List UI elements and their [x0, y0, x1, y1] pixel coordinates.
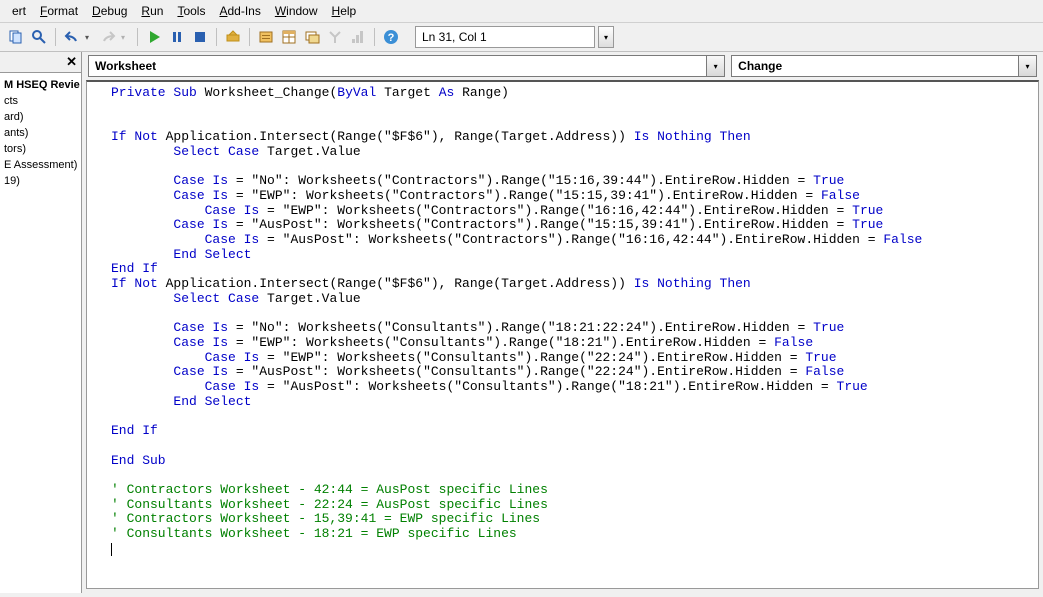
properties-icon[interactable]: [279, 27, 299, 47]
menubar[interactable]: ertFormatDebugRunToolsAdd-InsWindowHelp: [0, 0, 1043, 23]
toolbar: ▾ ▾ ? ▾: [0, 23, 1043, 52]
tree-item[interactable]: M HSEQ Revie: [4, 77, 79, 93]
tree-item[interactable]: ants): [4, 125, 79, 141]
find-icon[interactable]: [29, 27, 49, 47]
menu-help[interactable]: Help: [326, 2, 363, 20]
copy-icon[interactable]: [6, 27, 26, 47]
tree-item[interactable]: tors): [4, 141, 79, 157]
browser-icon[interactable]: [302, 27, 322, 47]
menu-add-ins[interactable]: Add-Ins: [213, 2, 266, 20]
project-icon[interactable]: [256, 27, 276, 47]
toolbox-icon: [325, 27, 345, 47]
menu-run[interactable]: Run: [135, 2, 169, 20]
redo-dropdown-icon: ▾: [121, 33, 131, 42]
break-icon[interactable]: [167, 27, 187, 47]
priority-icon: [348, 27, 368, 47]
design-icon[interactable]: [223, 27, 243, 47]
procedure-dropdown[interactable]: [731, 55, 1019, 77]
cursor-position: [415, 26, 595, 48]
reset-icon[interactable]: [190, 27, 210, 47]
run-icon[interactable]: [144, 27, 164, 47]
tree-item[interactable]: E Assessment): [4, 157, 79, 173]
menu-tools[interactable]: Tools: [171, 2, 211, 20]
chevron-down-icon[interactable]: ▾: [707, 55, 725, 77]
menu-debug[interactable]: Debug: [86, 2, 133, 20]
redo-icon: [98, 27, 118, 47]
close-icon[interactable]: ✕: [66, 54, 77, 70]
menu-window[interactable]: Window: [269, 2, 324, 20]
cursor-dropdown-icon[interactable]: ▾: [598, 26, 614, 48]
undo-icon[interactable]: [62, 27, 82, 47]
project-explorer-header: ✕: [0, 52, 81, 73]
help-icon[interactable]: ?: [381, 27, 401, 47]
object-dropdown[interactable]: [88, 55, 707, 77]
object-procedure-dropdowns: ▾ ▾: [82, 52, 1043, 80]
project-explorer[interactable]: ✕ M HSEQ Reviectsard)ants)tors)E Assessm…: [0, 52, 82, 593]
tree-item[interactable]: ard): [4, 109, 79, 125]
tree-item[interactable]: cts: [4, 93, 79, 109]
undo-dropdown-icon[interactable]: ▾: [85, 33, 95, 42]
tree-item[interactable]: 19): [4, 173, 79, 189]
menu-ert[interactable]: ert: [6, 2, 32, 20]
chevron-down-icon[interactable]: ▾: [1019, 55, 1037, 77]
code-editor[interactable]: Private Sub Worksheet_Change(ByVal Targe…: [86, 80, 1039, 589]
menu-format[interactable]: Format: [34, 2, 84, 20]
svg-text:?: ?: [388, 32, 395, 44]
